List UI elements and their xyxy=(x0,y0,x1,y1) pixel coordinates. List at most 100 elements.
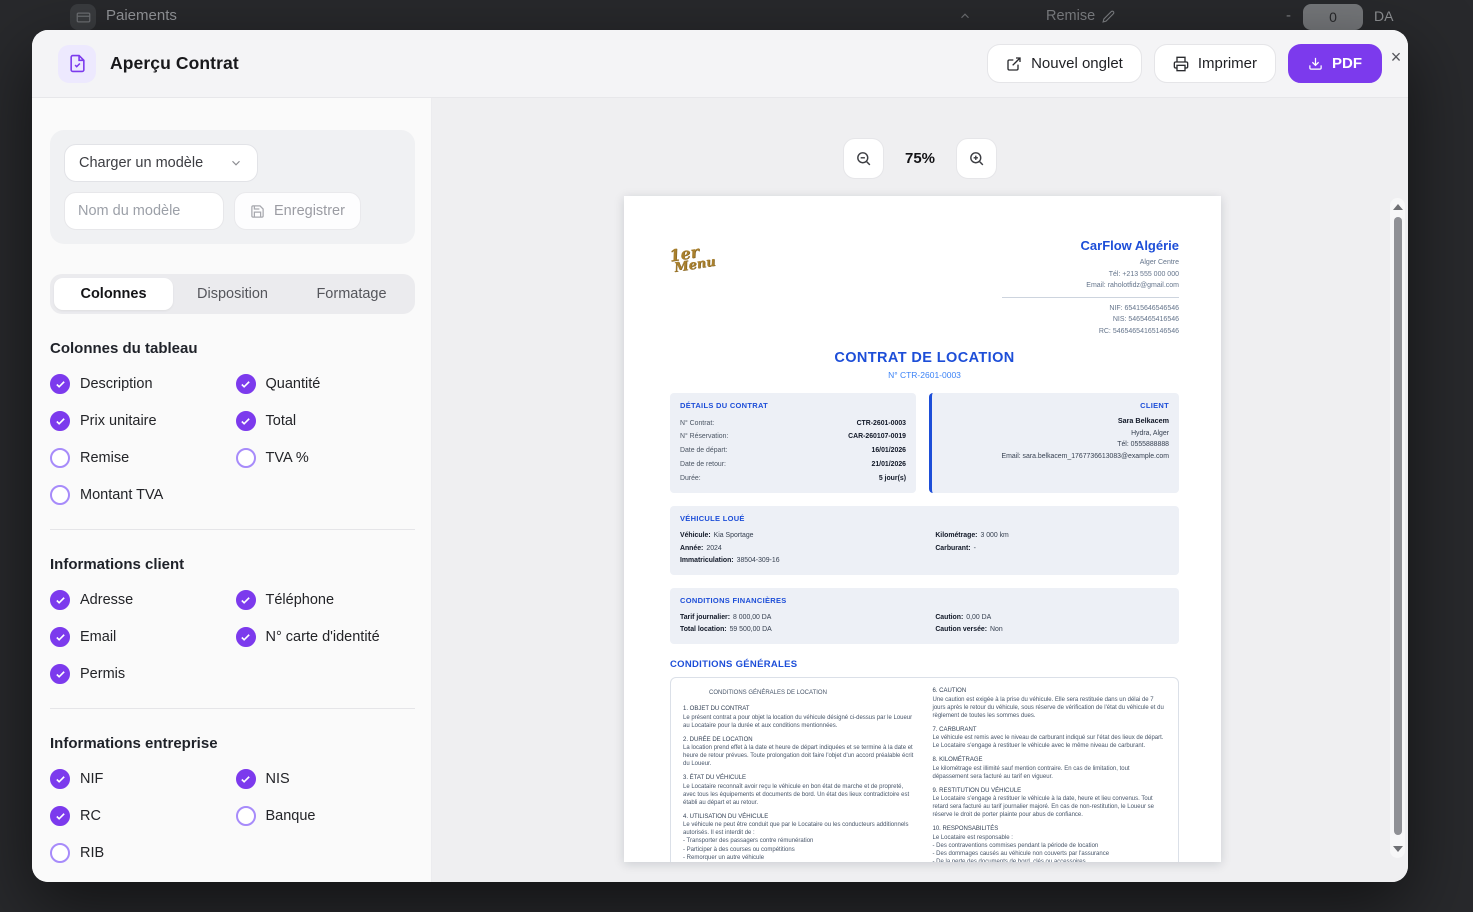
zoom-in-button[interactable] xyxy=(956,138,997,179)
checkbox-icon xyxy=(50,769,70,789)
download-icon xyxy=(1308,56,1323,71)
save-template-button[interactable]: Enregistrer xyxy=(234,192,361,230)
tab[interactable]: Colonnes xyxy=(54,278,173,310)
column-option[interactable]: TVA % xyxy=(236,448,416,468)
checkbox-icon xyxy=(50,590,70,610)
currency-label: DA xyxy=(1374,8,1393,24)
template-name-input[interactable] xyxy=(64,192,224,230)
print-button[interactable]: Imprimer xyxy=(1154,44,1276,83)
client-box: CLIENT Sara Belkacem Hydra, Alger Tél: 0… xyxy=(929,393,1179,493)
checkbox-icon xyxy=(236,411,256,431)
column-option[interactable]: Montant TVA xyxy=(50,485,230,505)
option-label: Permis xyxy=(80,666,125,682)
pencil-icon xyxy=(1102,10,1115,23)
contract-preview-modal: × Aperçu Contrat Nouvel onglet Imprimer … xyxy=(32,30,1408,882)
scrollbar-thumb[interactable] xyxy=(1394,217,1402,835)
option-label: NIS xyxy=(266,771,290,787)
column-option[interactable]: Prix unitaire xyxy=(50,411,230,431)
condition-section: 4. UTILISATION DU VÉHICULE Le véhicule n… xyxy=(683,814,917,862)
option-label: Quantité xyxy=(266,376,321,392)
company-info: CarFlow Algérie Alger Centre Tél: +213 5… xyxy=(974,238,1179,337)
company-option[interactable]: Banque xyxy=(236,806,416,826)
client-name: Sara Belkacem xyxy=(942,416,1169,425)
tab[interactable]: Disposition xyxy=(173,278,292,310)
client-option[interactable]: Permis xyxy=(50,664,230,684)
tab[interactable]: Formatage xyxy=(292,278,411,310)
condition-section: 6. CAUTION Une caution est exigée à la p… xyxy=(933,688,1167,720)
conditions-col2: 6. CAUTION Une caution est exigée à la p… xyxy=(933,688,1167,862)
client-option[interactable]: Adresse xyxy=(50,590,230,610)
template-card: Charger un modèle Enregistrer xyxy=(50,130,415,244)
company-option[interactable]: NIF xyxy=(50,769,230,789)
column-option[interactable]: Description xyxy=(50,374,230,394)
checkbox-icon xyxy=(50,806,70,826)
kv-row: Immatriculation:38504-309-16 xyxy=(680,554,925,567)
section-title-columns: Colonnes du tableau xyxy=(50,340,415,357)
template-select[interactable]: Charger un modèle xyxy=(64,144,258,182)
condition-section: 7. CARBURANT Le véhicule est remis avec … xyxy=(933,727,1167,751)
preview-scrollbar[interactable] xyxy=(1390,198,1405,858)
option-label: Description xyxy=(80,376,153,392)
conditions-col1: 1. OBJET DU CONTRAT Le présent contrat a… xyxy=(683,706,917,862)
close-icon[interactable]: × xyxy=(1383,44,1409,70)
contract-details-box: DÉTAILS DU CONTRAT N° Contrat: CTR-2601-… xyxy=(670,393,916,493)
option-label: RIB xyxy=(80,845,104,861)
company-option[interactable]: NIS xyxy=(236,769,416,789)
general-conditions-box: CONDITIONS GÉNÉRALES DE LOCATION 1. OBJE… xyxy=(670,677,1179,862)
financial-box: CONDITIONS FINANCIÈRES Tarif journalier:… xyxy=(670,588,1179,644)
checkbox-icon xyxy=(50,664,70,684)
option-label: Banque xyxy=(266,808,316,824)
condition-section: 3. ÉTAT DU VÉHICULE Le Locataire reconna… xyxy=(683,775,917,807)
condition-section: 8. KILOMÉTRAGE Le kilométrage est illimi… xyxy=(933,757,1167,781)
new-tab-label: Nouvel onglet xyxy=(1031,55,1123,72)
option-label: Email xyxy=(80,629,116,645)
new-tab-button[interactable]: Nouvel onglet xyxy=(987,44,1142,83)
scroll-down-icon[interactable] xyxy=(1393,846,1403,852)
contract-number: N° CTR-2601-0003 xyxy=(670,370,1179,380)
kv-row: Carburant:- xyxy=(935,542,1169,555)
column-option[interactable]: Total xyxy=(236,411,416,431)
client-address: Hydra, Alger xyxy=(942,430,1169,437)
print-label: Imprimer xyxy=(1198,55,1257,72)
client-option[interactable]: N° carte d'identité xyxy=(236,627,416,647)
tab-label: Colonnes xyxy=(80,286,146,302)
option-label: N° carte d'identité xyxy=(266,629,380,645)
columns-options: Description Quantité Prix unitaire xyxy=(50,374,415,505)
conditions-subtitle: CONDITIONS GÉNÉRALES DE LOCATION xyxy=(709,690,917,696)
vehicle-box: VÉHICULE LOUÉ Véhicule:Kia SportageAnnée… xyxy=(670,506,1179,575)
column-option[interactable]: Quantité xyxy=(236,374,416,394)
save-icon xyxy=(250,204,265,219)
detail-row: Date de départ: 16/01/2026 xyxy=(680,444,906,458)
company-option[interactable]: RC xyxy=(50,806,230,826)
zoom-out-button[interactable] xyxy=(843,138,884,179)
checkbox-icon xyxy=(50,411,70,431)
company-email: Email: raholotfidz@gmail.com xyxy=(974,280,1179,292)
financial-right: Caution:0,00 DACaution versée:Non xyxy=(935,611,1169,636)
client-email: Email: sara.belkacem_1767736613083@examp… xyxy=(942,453,1169,460)
pdf-button[interactable]: PDF xyxy=(1288,44,1382,83)
option-label: Téléphone xyxy=(266,592,335,608)
option-label: Adresse xyxy=(80,592,133,608)
client-option[interactable]: Email xyxy=(50,627,230,647)
checkbox-icon xyxy=(236,448,256,468)
option-label: Montant TVA xyxy=(80,487,163,503)
external-link-icon xyxy=(1006,56,1022,72)
remise-input: 0 xyxy=(1303,4,1363,30)
client-option[interactable]: Téléphone xyxy=(236,590,416,610)
zoom-level: 75% xyxy=(905,150,935,167)
divider xyxy=(1002,297,1179,298)
scroll-up-icon[interactable] xyxy=(1393,204,1403,210)
detail-row: N° Réservation: CAR-260107-0019 xyxy=(680,430,906,444)
checkbox-icon xyxy=(50,627,70,647)
kv-row: Année:2024 xyxy=(680,542,925,555)
detail-row: Date de retour: 21/01/2026 xyxy=(680,458,906,472)
divider xyxy=(50,529,415,530)
company-option[interactable]: RIB xyxy=(50,843,230,863)
client-heading: CLIENT xyxy=(942,401,1169,410)
column-option[interactable]: Remise xyxy=(50,448,230,468)
header-actions: Nouvel onglet Imprimer PDF xyxy=(987,44,1382,83)
sidebar-tabs: Colonnes Disposition Formatage xyxy=(50,274,415,314)
contract-title: CONTRAT DE LOCATION xyxy=(670,350,1179,366)
zoom-controls: 75% xyxy=(843,138,997,179)
remise-row: Remise xyxy=(1046,8,1115,24)
